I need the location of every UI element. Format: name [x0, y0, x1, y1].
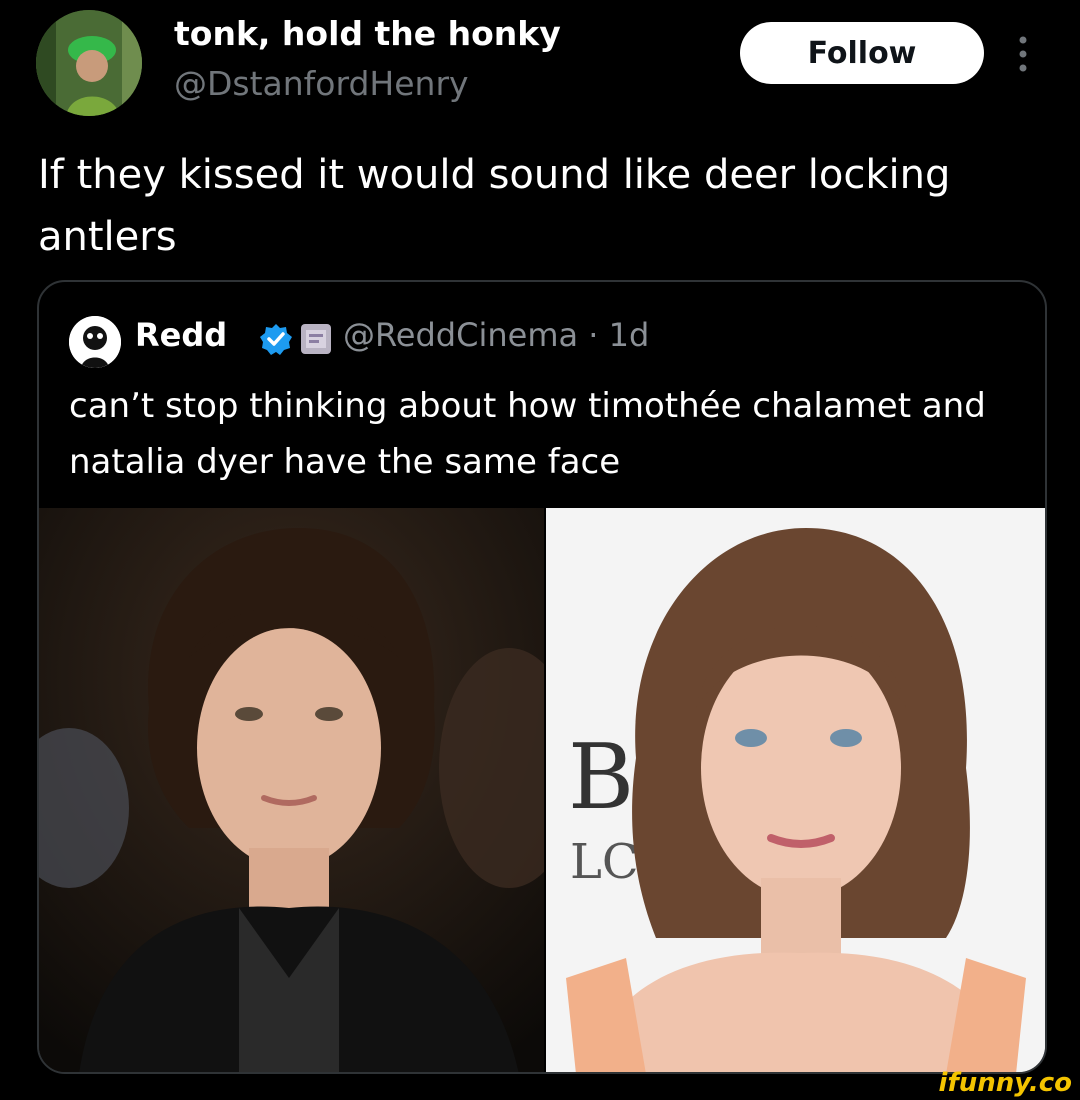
quoted-post[interactable]: Redd @ReddCinema · 1d can’t stop thinkin… — [37, 280, 1047, 1074]
avatar[interactable] — [36, 10, 142, 116]
quoted-text: can’t stop thinking about how timothée c… — [69, 386, 986, 482]
post-header: tonk, hold the honky @DstanfordHenry Fol… — [0, 0, 1080, 130]
follow-button[interactable]: Follow — [740, 22, 984, 84]
user-handle[interactable]: @DstanfordHenry — [174, 64, 469, 103]
photo-right[interactable]: B LC — [546, 508, 1045, 1072]
svg-text:LC: LC — [570, 834, 639, 890]
photo-left[interactable] — [39, 508, 544, 1072]
quoted-handle-time[interactable]: @ReddCinema · 1d — [343, 316, 649, 354]
display-name[interactable]: tonk, hold the honky — [174, 14, 561, 53]
quoted-name[interactable]: Redd — [135, 316, 227, 354]
svg-text:B: B — [568, 725, 634, 830]
post-text: If they kissed it would sound like deer … — [38, 152, 951, 260]
affiliate-badge-icon — [301, 324, 331, 354]
quoted-avatar[interactable] — [69, 316, 121, 368]
verified-badge-icon — [260, 324, 292, 355]
watermark: ifunny.co — [938, 1068, 1072, 1098]
more-icon[interactable] — [1016, 34, 1030, 74]
